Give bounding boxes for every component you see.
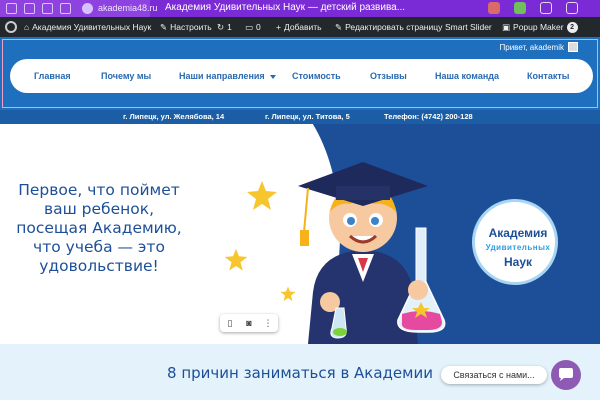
nav-home[interactable]: Главная: [34, 59, 71, 93]
extension-puzzle-icon[interactable]: [514, 2, 526, 14]
wordpress-logo-icon: [5, 21, 17, 33]
star-icon: [247, 181, 277, 210]
nav-directions-label: Наши направления: [179, 71, 265, 81]
image-toolbar: ▯ ◙ ⋮: [220, 314, 278, 332]
edit-page-label: Редактировать страницу: [345, 22, 443, 32]
logo-line-1: Академия: [488, 226, 548, 240]
address-titova: г. Липецк, ул. Титова, 5: [265, 112, 350, 121]
comments-count: 0: [256, 22, 261, 32]
plus-icon: +: [276, 22, 281, 32]
brush-icon: ✎: [160, 22, 168, 32]
comments-link[interactable]: ▭ 0: [245, 17, 261, 37]
comment-icon: ▭: [245, 22, 254, 32]
site-favicon-icon: [82, 3, 93, 14]
nav-price[interactable]: Стоимость: [292, 59, 341, 93]
contact-us-tooltip[interactable]: Связаться с нами...: [441, 366, 547, 384]
updates-link[interactable]: ↻ 1: [217, 17, 232, 37]
chat-bubble-icon: [559, 368, 573, 381]
wp-logo-button[interactable]: [5, 17, 17, 37]
browser-tabs-icon[interactable]: [24, 3, 35, 14]
extension-fs-icon[interactable]: [540, 2, 552, 14]
browser-page-title[interactable]: Академия Удивительных Наук — детский раз…: [165, 2, 405, 13]
extension-menu-icon[interactable]: [566, 2, 578, 14]
contact-bar: г. Липецк, ул. Желябова, 14 г. Липецк, у…: [0, 110, 600, 124]
hero-slider: Первое, что поймет ваш ребенок, посещая …: [0, 124, 600, 344]
phone-number[interactable]: Телефон: (4742) 200-128: [384, 112, 473, 121]
greeting-label: Привет, akademik: [499, 42, 564, 52]
student-mascot-illustration: [298, 162, 446, 344]
popup-maker-link[interactable]: ▣ Popup Maker 2: [502, 17, 578, 37]
smart-slider-label: Smart Slider: [445, 22, 492, 32]
edit-page-link[interactable]: ✎ Редактировать страницу: [335, 17, 442, 37]
more-options-icon[interactable]: ⋮: [261, 316, 275, 330]
customize-link[interactable]: ✎ Настроить: [160, 17, 212, 37]
site-header: Привет, akademik Главная Почему мы Наши …: [0, 37, 600, 110]
home-icon: ⌂: [24, 22, 30, 32]
add-new-link[interactable]: + Добавить: [276, 17, 322, 37]
hero-headline: Первое, что поймет ваш ребенок, посещая …: [16, 181, 182, 275]
pencil-icon: ✎: [335, 22, 343, 32]
chat-button[interactable]: [551, 360, 581, 390]
address-zhelyabova: г. Липецк, ул. Желябова, 14: [123, 112, 225, 121]
customize-label: Настроить: [170, 22, 212, 32]
browser-domain[interactable]: akademia48.ru: [98, 3, 158, 13]
extension-avatar-icon[interactable]: [488, 2, 500, 14]
nav-team[interactable]: Наша команда: [435, 59, 499, 93]
browser-tab-bar: akademia48.ru Академия Удивительных Наук…: [0, 0, 600, 17]
popup-maker-icon: ▣: [502, 22, 511, 32]
browser-history-icon[interactable]: [60, 3, 71, 14]
logo-line-2: Удивительных: [485, 243, 551, 252]
logo-line-3: Наук: [503, 255, 533, 269]
academy-logo: Академия Удивительных Наук: [472, 199, 558, 285]
wp-admin-bar: ⌂ Академия Удивительных Наук ✎ Настроить…: [0, 17, 600, 37]
site-name-label: Академия Удивительных Наук: [32, 22, 152, 32]
updates-icon: ↻: [217, 22, 225, 32]
popup-count-badge: 2: [566, 21, 578, 33]
popup-maker-label: Popup Maker: [513, 22, 564, 32]
nav-directions[interactable]: Наши направления: [179, 59, 276, 93]
nav-why-us[interactable]: Почему мы: [101, 59, 151, 93]
browser-collections-icon[interactable]: [42, 3, 53, 14]
main-navigation: Главная Почему мы Наши направления Стоим…: [10, 59, 593, 93]
nav-reviews[interactable]: Отзывы: [370, 59, 407, 93]
site-name-link[interactable]: ⌂ Академия Удивительных Наук: [24, 17, 151, 37]
add-new-label: Добавить: [283, 22, 322, 32]
browser-window-icon[interactable]: [6, 3, 17, 14]
star-icon-small: [224, 248, 248, 271]
user-greeting[interactable]: Привет, akademik: [500, 42, 578, 52]
bookmark-icon[interactable]: ▯: [223, 316, 237, 330]
avatar: [568, 42, 578, 52]
chevron-down-icon: [269, 74, 276, 79]
smart-slider-link[interactable]: Smart Slider: [445, 17, 492, 37]
camera-icon[interactable]: ◙: [242, 316, 256, 330]
nav-contacts[interactable]: Контакты: [527, 59, 569, 93]
updates-count: 1: [227, 22, 232, 32]
